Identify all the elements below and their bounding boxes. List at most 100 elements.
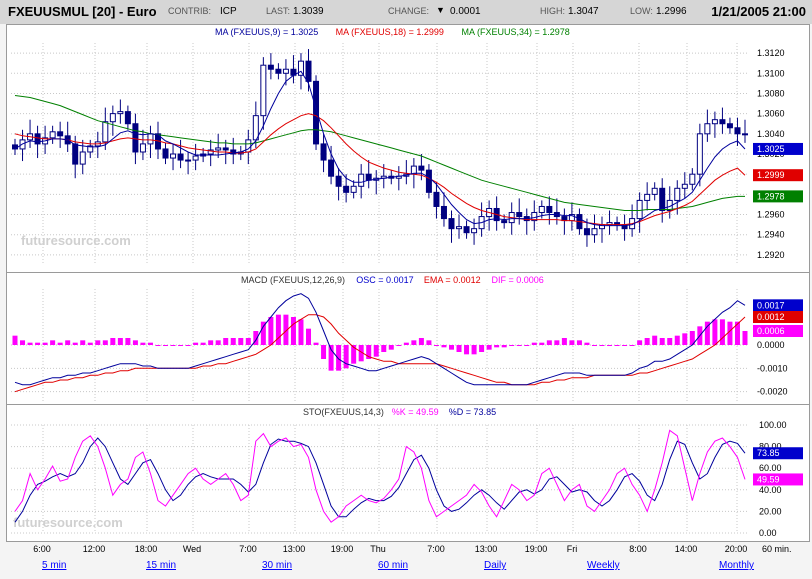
candle-body — [305, 60, 312, 82]
value-tag-label: 1.2978 — [757, 191, 785, 201]
price-tick-label: 1.3120 — [757, 48, 785, 58]
candle-body — [696, 133, 703, 175]
dif-histogram-bar — [27, 342, 33, 345]
link-weekly[interactable]: Weekly — [587, 560, 620, 571]
dif-histogram-bar — [298, 319, 304, 345]
dif-histogram-bar — [479, 345, 485, 352]
dif-histogram-bar — [50, 340, 56, 345]
time-tick-label: 18:00 — [135, 544, 158, 554]
price-tick-label: 1.3040 — [757, 129, 785, 139]
dif-histogram-bar — [607, 345, 613, 346]
link-15-min[interactable]: 15 min — [146, 560, 176, 571]
indicator-title-part: MA (FXEUUS,18) = 1.2999 — [336, 27, 444, 37]
time-tick-label: 20:00 — [725, 544, 748, 554]
dif-histogram-bar — [215, 340, 221, 345]
candle-body — [456, 226, 463, 230]
dif-histogram-bar — [343, 345, 349, 369]
time-axis-labels: 6:00 12:00 18:00 Wed 7:00 13:00 19:00 Thu 7:00 13… — [33, 544, 792, 554]
dif-histogram-bar — [637, 340, 643, 345]
dif-histogram-bar — [373, 345, 379, 357]
time-tick-label: 13:00 — [283, 544, 306, 554]
high-label: HIGH: — [540, 6, 566, 16]
dif-histogram-bar — [306, 328, 312, 345]
candle-body — [350, 185, 357, 193]
dif-histogram-bar — [20, 340, 26, 345]
sto-tick-label: 0.00 — [759, 528, 777, 538]
dif-histogram-bar — [268, 317, 274, 345]
time-tick-label: 19:00 — [331, 544, 354, 554]
dif-histogram-bar — [591, 345, 597, 346]
dif-histogram-bar — [125, 338, 131, 345]
link-monthly[interactable]: Monthly — [719, 560, 754, 571]
candle-body — [170, 153, 177, 159]
dif-histogram-bar — [155, 345, 161, 346]
candle-body — [689, 173, 696, 185]
candle-body — [591, 228, 598, 236]
dif-histogram-bar — [464, 345, 470, 355]
dif-histogram-bar — [569, 340, 575, 345]
dif-histogram-bar — [290, 317, 296, 345]
time-tick-label: 7:00 — [427, 544, 445, 554]
dif-histogram-bar — [576, 340, 582, 345]
price-tick-label: 1.2960 — [757, 210, 785, 220]
dif-histogram-bar — [494, 345, 500, 348]
indicator-title-part: STO(FXEUUS,14,3) — [303, 407, 384, 417]
dif-histogram-bar — [659, 338, 665, 345]
dif-histogram-bar — [524, 345, 530, 346]
dif-histogram-bar — [742, 331, 748, 345]
indicator-title-part: %D = 73.85 — [449, 407, 496, 417]
dif-histogram-bar — [396, 345, 402, 346]
value-tag-label: 0.0017 — [757, 300, 785, 310]
dif-histogram-bar — [433, 345, 439, 346]
indicator-title-part: MA (FXEUUS,34) = 1.2978 — [462, 27, 570, 37]
candle-body — [471, 228, 478, 234]
last-value: 1.3039 — [293, 6, 324, 17]
time-unit-label: 60 min. — [762, 544, 792, 554]
dif-histogram-bar — [95, 340, 101, 345]
dif-histogram-bar — [110, 338, 116, 345]
candle-body — [726, 123, 733, 129]
candle-body — [109, 113, 116, 123]
dif-histogram-bar — [644, 338, 650, 345]
time-tick-label: Thu — [370, 544, 386, 554]
price-tick-label: 1.2940 — [757, 230, 785, 240]
quote-header: FXEUUSMUL [20] - Euro CONTRIB: ICP LAST:… — [0, 0, 812, 24]
candle-body — [644, 193, 651, 201]
dif-histogram-bar — [501, 345, 507, 348]
candle-body — [501, 220, 508, 224]
dif-histogram-bar — [554, 340, 560, 345]
indicator-title-part: EMA = 0.0012 — [424, 275, 481, 285]
time-tick-label: 13:00 — [475, 544, 498, 554]
link-5-min[interactable]: 5 min — [42, 560, 66, 571]
link-60-min[interactable]: 60 min — [378, 560, 408, 571]
candle-body — [516, 212, 523, 218]
candle-body — [365, 173, 372, 181]
time-tick-label: 19:00 — [525, 544, 548, 554]
candle-body — [132, 123, 139, 153]
candle-body — [215, 147, 222, 151]
link-daily[interactable]: Daily — [484, 560, 506, 571]
candle-body — [674, 187, 681, 201]
candle-body — [651, 187, 658, 195]
dif-histogram-bar — [516, 345, 522, 346]
ma9-line — [14, 70, 746, 227]
candle-body — [79, 151, 86, 165]
indicator-title-part: DIF = 0.0006 — [492, 275, 544, 285]
value-tag-label: 1.3025 — [757, 144, 785, 154]
link-30-min[interactable]: 30 min — [262, 560, 292, 571]
macd-tick-label: -0.0020 — [757, 387, 788, 397]
down-arrow-icon: ▼ — [436, 5, 445, 15]
dif-histogram-bar — [456, 345, 462, 352]
candle-body — [139, 143, 146, 153]
stochastic-panel: STO(FXEUUS,14,3) %K = 49.59 %D = 73.85 100.… — [6, 404, 810, 542]
ma18-line — [14, 113, 746, 226]
dif-histogram-bar — [403, 342, 409, 345]
sto-tick-label: 40.00 — [759, 485, 782, 495]
dif-histogram-bar — [102, 340, 108, 345]
indicator-title-part: %K = 49.59 — [392, 407, 439, 417]
time-tick-label: 14:00 — [675, 544, 698, 554]
dif-histogram-bar — [35, 342, 41, 345]
indicator-title-part: MACD (FXEUUS,12,26,9) — [241, 275, 345, 285]
candle-body — [711, 119, 718, 125]
dif-histogram-bar — [170, 345, 176, 346]
